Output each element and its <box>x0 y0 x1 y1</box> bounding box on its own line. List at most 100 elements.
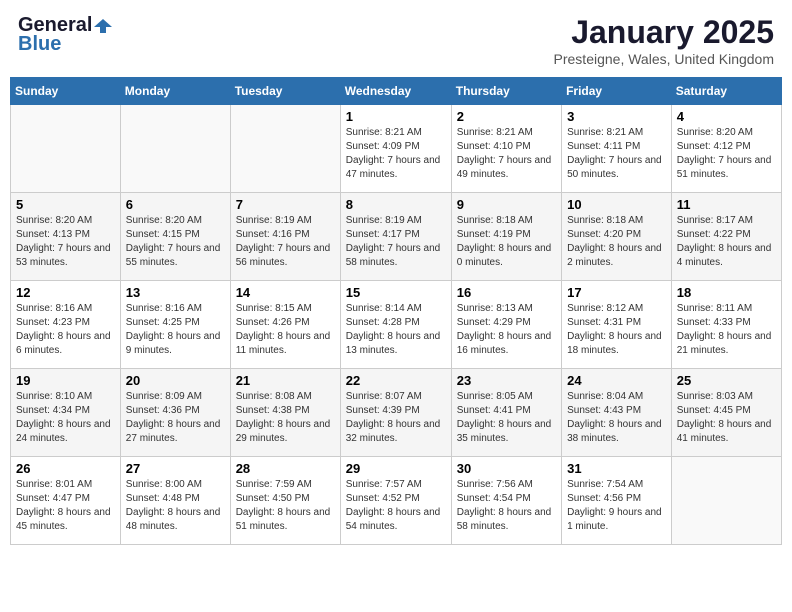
calendar-cell: 24 Sunrise: 8:04 AMSunset: 4:43 PMDayligh… <box>562 369 672 457</box>
day-number: 13 <box>126 285 225 300</box>
calendar-cell: 18 Sunrise: 8:11 AMSunset: 4:33 PMDayligh… <box>671 281 781 369</box>
day-number: 11 <box>677 197 776 212</box>
calendar-title: January 2025 <box>554 14 774 51</box>
day-number: 23 <box>457 373 556 388</box>
weekday-header-friday: Friday <box>562 78 672 105</box>
calendar-cell: 14Sunrise: 8:15 AMSunset: 4:26 PMDayligh… <box>230 281 340 369</box>
day-info: Sunrise: 8:21 AMSunset: 4:10 PMDaylight:… <box>457 126 556 182</box>
day-info: Sunrise: 8:07 AMSunset: 4:39 PMDaylight:… <box>346 390 446 446</box>
day-number: 12 <box>16 285 115 300</box>
day-info: Sunrise: 8:00 AMSunset: 4:48 PMDaylight:… <box>126 478 225 534</box>
calendar-cell: 4 Sunrise: 8:20 AMSunset: 4:12 PMDaylight… <box>671 105 781 193</box>
calendar-cell: 11 Sunrise: 8:17 AMSunset: 4:22 PMDayligh… <box>671 193 781 281</box>
day-number: 3 <box>567 109 666 124</box>
day-info: Sunrise: 8:16 AMSunset: 4:23 PMDaylight:… <box>16 302 115 358</box>
calendar-cell: 8 Sunrise: 8:19 AMSunset: 4:17 PMDaylight… <box>340 193 451 281</box>
calendar-week-row: 12 Sunrise: 8:16 AMSunset: 4:23 PMDayligh… <box>11 281 782 369</box>
day-number: 7 <box>236 197 335 212</box>
calendar-cell: 10Sunrise: 8:18 AMSunset: 4:20 PMDayligh… <box>562 193 672 281</box>
day-number: 21 <box>236 373 335 388</box>
day-info: Sunrise: 8:12 AMSunset: 4:31 PMDaylight:… <box>567 302 666 358</box>
logo-blue: Blue <box>18 33 61 56</box>
calendar-cell: 12 Sunrise: 8:16 AMSunset: 4:23 PMDayligh… <box>11 281 121 369</box>
calendar-subtitle: Presteigne, Wales, United Kingdom <box>554 51 774 67</box>
day-info: Sunrise: 8:18 AMSunset: 4:19 PMDaylight:… <box>457 214 556 270</box>
calendar-cell: 22 Sunrise: 8:07 AMSunset: 4:39 PMDayligh… <box>340 369 451 457</box>
day-number: 27 <box>126 461 225 476</box>
day-info: Sunrise: 8:18 AMSunset: 4:20 PMDaylight:… <box>567 214 666 270</box>
calendar-cell: 16 Sunrise: 8:13 AMSunset: 4:29 PMDayligh… <box>451 281 561 369</box>
calendar-cell: 19Sunrise: 8:10 AMSunset: 4:34 PMDayligh… <box>11 369 121 457</box>
day-number: 24 <box>567 373 666 388</box>
calendar-week-row: 5 Sunrise: 8:20 AMSunset: 4:13 PMDaylight… <box>11 193 782 281</box>
calendar-cell: 26 Sunrise: 8:01 AMSunset: 4:47 PMDayligh… <box>11 457 121 545</box>
weekday-header-thursday: Thursday <box>451 78 561 105</box>
calendar-week-row: 1 Sunrise: 8:21 AMSunset: 4:09 PMDaylight… <box>11 105 782 193</box>
day-info: Sunrise: 8:16 AMSunset: 4:25 PMDaylight:… <box>126 302 225 358</box>
calendar-cell <box>11 105 121 193</box>
day-info: Sunrise: 7:59 AMSunset: 4:50 PMDaylight:… <box>236 478 335 534</box>
calendar-cell: 23Sunrise: 8:05 AMSunset: 4:41 PMDayligh… <box>451 369 561 457</box>
day-number: 9 <box>457 197 556 212</box>
calendar-week-row: 26 Sunrise: 8:01 AMSunset: 4:47 PMDayligh… <box>11 457 782 545</box>
weekday-header-sunday: Sunday <box>11 78 121 105</box>
title-block: January 2025 Presteigne, Wales, United K… <box>554 14 774 67</box>
calendar-week-row: 19Sunrise: 8:10 AMSunset: 4:34 PMDayligh… <box>11 369 782 457</box>
weekday-header-tuesday: Tuesday <box>230 78 340 105</box>
calendar-cell: 27 Sunrise: 8:00 AMSunset: 4:48 PMDayligh… <box>120 457 230 545</box>
calendar-cell: 5 Sunrise: 8:20 AMSunset: 4:13 PMDaylight… <box>11 193 121 281</box>
day-info: Sunrise: 8:04 AMSunset: 4:43 PMDaylight:… <box>567 390 666 446</box>
day-number: 5 <box>16 197 115 212</box>
logo: General Blue <box>18 14 112 56</box>
calendar-cell: 7 Sunrise: 8:19 AMSunset: 4:16 PMDaylight… <box>230 193 340 281</box>
calendar-cell: 13 Sunrise: 8:16 AMSunset: 4:25 PMDayligh… <box>120 281 230 369</box>
calendar-cell: 28 Sunrise: 7:59 AMSunset: 4:50 PMDayligh… <box>230 457 340 545</box>
calendar-cell: 6Sunrise: 8:20 AMSunset: 4:15 PMDaylight… <box>120 193 230 281</box>
day-number: 22 <box>346 373 446 388</box>
day-number: 26 <box>16 461 115 476</box>
day-info: Sunrise: 8:17 AMSunset: 4:22 PMDaylight:… <box>677 214 776 270</box>
calendar-cell <box>671 457 781 545</box>
day-number: 15 <box>346 285 446 300</box>
day-info: Sunrise: 8:13 AMSunset: 4:29 PMDaylight:… <box>457 302 556 358</box>
day-number: 18 <box>677 285 776 300</box>
day-number: 25 <box>677 373 776 388</box>
day-number: 2 <box>457 109 556 124</box>
calendar-cell: 30 Sunrise: 7:56 AMSunset: 4:54 PMDayligh… <box>451 457 561 545</box>
calendar-cell: 2 Sunrise: 8:21 AMSunset: 4:10 PMDaylight… <box>451 105 561 193</box>
day-number: 17 <box>567 285 666 300</box>
day-number: 29 <box>346 461 446 476</box>
day-number: 1 <box>346 109 446 124</box>
day-info: Sunrise: 8:01 AMSunset: 4:47 PMDaylight:… <box>16 478 115 534</box>
day-info: Sunrise: 8:21 AMSunset: 4:09 PMDaylight:… <box>346 126 446 182</box>
day-info: Sunrise: 8:20 AMSunset: 4:13 PMDaylight:… <box>16 214 115 270</box>
day-info: Sunrise: 8:11 AMSunset: 4:33 PMDaylight:… <box>677 302 776 358</box>
day-info: Sunrise: 8:15 AMSunset: 4:26 PMDaylight:… <box>236 302 335 358</box>
day-info: Sunrise: 8:20 AMSunset: 4:15 PMDaylight:… <box>126 214 225 270</box>
day-info: Sunrise: 8:03 AMSunset: 4:45 PMDaylight:… <box>677 390 776 446</box>
day-info: Sunrise: 7:56 AMSunset: 4:54 PMDaylight:… <box>457 478 556 534</box>
day-info: Sunrise: 8:14 AMSunset: 4:28 PMDaylight:… <box>346 302 446 358</box>
day-number: 28 <box>236 461 335 476</box>
weekday-header-monday: Monday <box>120 78 230 105</box>
day-info: Sunrise: 8:19 AMSunset: 4:17 PMDaylight:… <box>346 214 446 270</box>
day-number: 4 <box>677 109 776 124</box>
calendar-cell: 15 Sunrise: 8:14 AMSunset: 4:28 PMDayligh… <box>340 281 451 369</box>
calendar-cell: 9 Sunrise: 8:18 AMSunset: 4:19 PMDaylight… <box>451 193 561 281</box>
day-number: 30 <box>457 461 556 476</box>
logo-bird-icon <box>94 17 112 35</box>
day-number: 31 <box>567 461 666 476</box>
day-number: 8 <box>346 197 446 212</box>
calendar-cell: 21Sunrise: 8:08 AMSunset: 4:38 PMDayligh… <box>230 369 340 457</box>
calendar-table: SundayMondayTuesdayWednesdayThursdayFrid… <box>10 77 782 545</box>
weekday-header-saturday: Saturday <box>671 78 781 105</box>
day-info: Sunrise: 8:20 AMSunset: 4:12 PMDaylight:… <box>677 126 776 182</box>
day-info: Sunrise: 8:19 AMSunset: 4:16 PMDaylight:… <box>236 214 335 270</box>
day-info: Sunrise: 7:54 AMSunset: 4:56 PMDaylight:… <box>567 478 666 534</box>
page-header: General Blue January 2025 Presteigne, Wa… <box>10 10 782 71</box>
weekday-header-row: SundayMondayTuesdayWednesdayThursdayFrid… <box>11 78 782 105</box>
calendar-cell: 20Sunrise: 8:09 AMSunset: 4:36 PMDayligh… <box>120 369 230 457</box>
calendar-cell: 1 Sunrise: 8:21 AMSunset: 4:09 PMDaylight… <box>340 105 451 193</box>
day-number: 16 <box>457 285 556 300</box>
calendar-cell: 3Sunrise: 8:21 AMSunset: 4:11 PMDaylight… <box>562 105 672 193</box>
